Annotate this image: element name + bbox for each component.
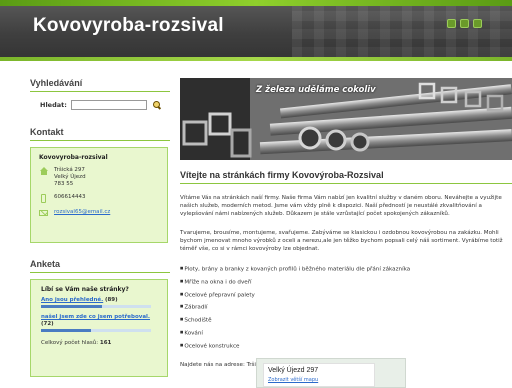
- poll-bar-track: [41, 305, 151, 308]
- list-item: Zábradlí: [180, 301, 512, 314]
- poll-option-count: (89): [104, 297, 118, 303]
- intro-paragraph: Vítáme Vás na stránkách naší firmy. Naše…: [180, 195, 502, 218]
- poll-option: Ano jsou přehledné. (89): [41, 297, 157, 308]
- mail-icon: [39, 209, 48, 218]
- sitemap-icon[interactable]: [460, 19, 469, 28]
- products-list: Ploty, brány a branky z kovaných profilů…: [180, 263, 512, 352]
- site-title[interactable]: Kovovyroba-rozsival: [33, 15, 224, 37]
- address-icon: [39, 167, 48, 176]
- header-decoration: [292, 6, 512, 57]
- site-header: Kovovyroba-rozsival: [0, 0, 512, 57]
- map-larger-link[interactable]: Zobrazit větší mapu: [268, 377, 318, 383]
- home-icon[interactable]: [447, 19, 456, 28]
- poll-option-link[interactable]: našel jsem zde co jsem potřeboval.: [41, 314, 150, 320]
- contact-name: Kovovyroba-rozsival: [39, 154, 108, 161]
- list-item: Schodiště: [180, 314, 512, 327]
- search-label: Hledat:: [40, 101, 67, 109]
- poll-heading: Anketa: [30, 259, 170, 273]
- list-item: Ocelové konstrukce: [180, 340, 512, 353]
- contact-address: Tršická 297 Velký Újezd 783 55: [39, 167, 159, 188]
- contact-heading: Kontakt: [30, 127, 170, 141]
- poll-total-label: Celkový počet hlasů:: [41, 340, 99, 346]
- poll-option: našel jsem zde co jsem potřeboval. (72): [41, 314, 157, 332]
- poll-box: Líbí se Vám naše stránky? Ano jsou přehl…: [30, 279, 168, 377]
- phone-number: 606614443: [54, 194, 86, 200]
- email-link[interactable]: rozsival65@email.cz: [54, 209, 110, 216]
- contact-email: rozsival65@email.cz: [39, 209, 159, 218]
- sidebar: Vyhledávání Hledat: Kontakt Kovovyroba-r…: [30, 78, 170, 377]
- poll-bar: [41, 329, 91, 332]
- poll-total: Celkový počet hlasů: 161: [41, 340, 157, 346]
- contact-phone: 606614443: [39, 194, 159, 203]
- banner-text: Z železa uděláme cokoliv: [256, 85, 376, 95]
- contact-box: Kovovyroba-rozsival Tršická 297 Velký Új…: [30, 147, 168, 243]
- list-item: Ploty, brány a branky z kovaných profilů…: [180, 263, 512, 276]
- services-paragraph: Tvarujeme, brousíme, montujeme, svařujem…: [180, 229, 503, 253]
- address-line: 783 55: [54, 181, 74, 187]
- list-item: Mříže na okna i do dveří: [180, 276, 512, 289]
- search-icon[interactable]: [152, 101, 161, 109]
- search-row: Hledat:: [40, 100, 170, 110]
- page-title: Vítejte na stránkách firmy Kovovýroba-Ro…: [180, 170, 512, 184]
- list-item: Ocelové přepravní palety: [180, 289, 512, 302]
- search-input[interactable]: [70, 100, 147, 110]
- poll-bar-track: [41, 329, 151, 332]
- list-item: Kování: [180, 327, 512, 340]
- banner-image: Z železa uděláme cokoliv: [180, 78, 512, 160]
- poll-option-link[interactable]: Ano jsou přehledné.: [41, 297, 103, 303]
- map-card: Velký Újezd 297 Zobrazit větší mapu: [263, 363, 375, 387]
- address-line: Tršická 297: [54, 167, 85, 173]
- map-place-name: Velký Újezd 297: [268, 367, 319, 374]
- address-line: Velký Újezd: [54, 174, 86, 180]
- phone-icon: [39, 194, 48, 203]
- header-bottom-stripe: [0, 57, 512, 61]
- poll-bar: [41, 305, 102, 308]
- poll-total-value: 161: [99, 340, 112, 346]
- print-icon[interactable]: [473, 19, 482, 28]
- search-heading: Vyhledávání: [30, 78, 170, 92]
- poll-question: Líbí se Vám naše stránky?: [41, 286, 129, 293]
- main-content: Z železa uděláme cokoliv Vítejte na strá…: [180, 78, 512, 388]
- poll-option-count: (72): [41, 321, 54, 327]
- header-icons: [447, 19, 482, 28]
